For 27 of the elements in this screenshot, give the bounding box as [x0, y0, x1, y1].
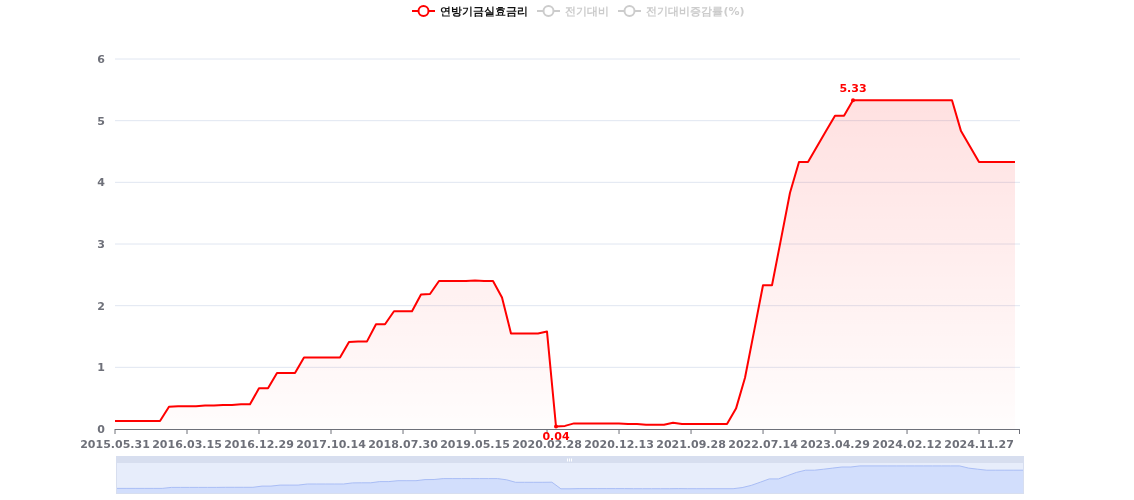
y-axis-label: 2 [97, 299, 105, 313]
legend-marker-icon [536, 4, 562, 18]
x-axis-label: 2023.04.29 [800, 438, 870, 451]
y-axis-label: 6 [97, 53, 105, 66]
x-axis-label: 2024.11.27 [944, 438, 1014, 451]
point-marker [554, 424, 558, 429]
x-axis-label: 2024.02.12 [872, 438, 942, 451]
y-axis-label: 3 [97, 238, 105, 251]
x-axis-label: 2016.12.29 [224, 438, 294, 451]
data-label: 5.33 [839, 82, 867, 96]
x-axis-label: 2018.07.30 [368, 438, 438, 451]
x-axis-label: 2021.09.28 [656, 438, 726, 451]
y-axis-label: 1 [97, 361, 105, 375]
x-axis-label: 2017.10.14 [296, 438, 366, 451]
x-axis-label: 2015.05.31 [80, 438, 150, 451]
x-axis-label: 2016.03.15 [152, 438, 222, 451]
zoom-slider[interactable] [116, 456, 1024, 494]
y-axis-label: 0 [97, 423, 105, 436]
legend-item[interactable]: 연방기금실효금리 [411, 3, 529, 19]
x-axis-label: 2019.05.15 [440, 438, 510, 451]
y-axis-label: 5 [97, 114, 105, 128]
legend-marker-icon [411, 4, 437, 18]
y-axis-label: 4 [97, 176, 105, 190]
x-axis-label: 2022.07.14 [728, 438, 798, 451]
legend-marker-icon [617, 4, 643, 18]
x-axis-label: 2020.12.13 [584, 438, 654, 451]
point-marker [851, 98, 856, 103]
